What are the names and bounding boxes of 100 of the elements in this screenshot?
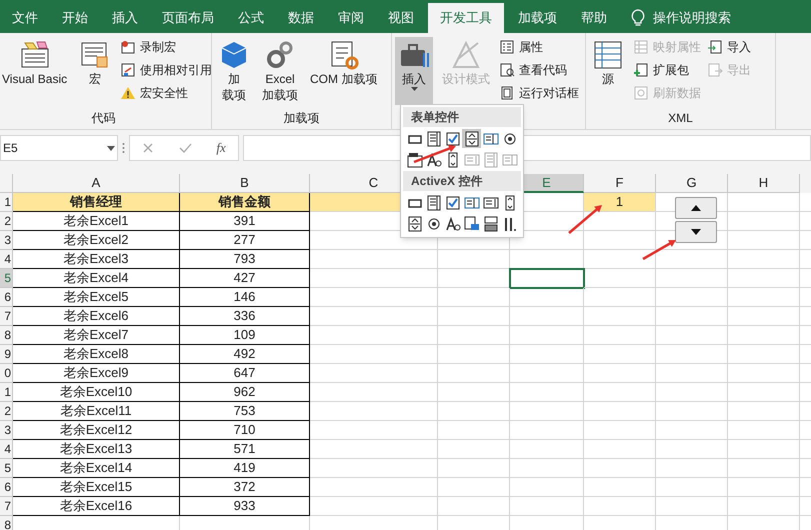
table-cell: 老余Excel13 (13, 440, 180, 459)
table-cell: 老余Excel10 (13, 383, 180, 402)
row-header[interactable]: 2 (0, 212, 13, 231)
row-header[interactable]: 3 (0, 231, 13, 250)
name-box[interactable]: E5 (0, 135, 118, 161)
ribbon-button[interactable]: COM 加载项 (307, 37, 380, 105)
ribbon-tab[interactable]: 审阅 (326, 3, 376, 33)
row-header[interactable]: 5 (0, 459, 13, 478)
annotation-arrow (568, 205, 602, 234)
table-cell (584, 326, 656, 345)
check-icon[interactable] (178, 142, 192, 154)
row-header[interactable]: 7 (0, 307, 13, 326)
ribbon-button[interactable]: Visual Basic (0, 37, 70, 105)
ribbon-tab[interactable]: 文件 (0, 3, 50, 33)
ribbon-button[interactable]: 加 载项 (215, 37, 253, 105)
radio-icon (502, 130, 518, 146)
ribbon-tab[interactable]: 公式 (226, 3, 276, 33)
table-cell: 647 (180, 364, 310, 383)
search-label[interactable]: 操作说明搜索 (653, 8, 731, 28)
table-cell (728, 402, 800, 421)
label-icon (426, 152, 442, 168)
control-item[interactable] (462, 129, 481, 148)
row-header[interactable]: 6 (0, 478, 13, 497)
group-icon (406, 152, 422, 168)
row-header[interactable]: 8 (0, 516, 13, 530)
down-arrow-icon (691, 229, 701, 235)
table-cell (584, 421, 656, 440)
table-cell (584, 288, 656, 307)
table-cell (728, 288, 800, 307)
row-header[interactable]: 5 (0, 269, 13, 288)
row-header[interactable]: 9 (0, 345, 13, 364)
map-icon (633, 39, 649, 55)
table-cell (728, 269, 800, 288)
list-icon (426, 130, 442, 146)
row-header[interactable]: 1 (0, 383, 13, 402)
ribbon-button[interactable]: 导入 (707, 37, 751, 57)
ribbon-tab[interactable]: 加载项 (506, 3, 569, 33)
import-icon (707, 39, 723, 55)
list-icon (482, 152, 498, 168)
ribbon-button[interactable]: 源 (589, 37, 627, 105)
ribbon-button[interactable]: 插入 (395, 37, 433, 105)
row-header[interactable]: 8 (0, 326, 13, 345)
insert-function-button[interactable]: fx (216, 138, 226, 158)
table-cell (728, 326, 800, 345)
ribbon-tab[interactable]: 插入 (100, 3, 150, 33)
column-header[interactable]: H (728, 174, 800, 193)
table-cell (584, 497, 656, 516)
ribbon-button[interactable]: 扩展包 (633, 60, 701, 80)
column-header[interactable]: G (656, 174, 728, 193)
ribbon-button[interactable]: 属性 (499, 37, 579, 57)
row-header[interactable]: 7 (0, 497, 13, 516)
ribbon-button[interactable]: 宏 (76, 37, 114, 105)
ribbon-tab[interactable]: 帮助 (569, 3, 619, 33)
table-cell: 146 (180, 288, 310, 307)
ribbon-button[interactable]: 运行对话框 (499, 83, 579, 103)
table-cell (728, 383, 800, 402)
table-cell (438, 250, 510, 269)
table-cell (728, 364, 800, 383)
ribbon-button[interactable]: 查看代码 (499, 60, 579, 80)
ribbon-tab[interactable]: 开始 (50, 3, 100, 33)
ribbon-tab[interactable]: 数据 (276, 3, 326, 33)
row-header[interactable]: 0 (0, 364, 13, 383)
table-cell: 老余Excel7 (13, 326, 180, 345)
row-header[interactable]: 1 (0, 193, 13, 212)
table-cell (656, 383, 728, 402)
table-cell (728, 345, 800, 364)
row-header[interactable]: 4 (0, 440, 13, 459)
row-header[interactable]: 3 (0, 421, 13, 440)
ribbon-tab[interactable]: 视图 (376, 3, 426, 33)
ribbon-button[interactable]: Excel 加载项 (259, 37, 301, 105)
warn-icon (120, 85, 136, 101)
table-cell: 793 (180, 250, 310, 269)
table-cell: 老余Excel2 (13, 231, 180, 250)
table-cell (584, 478, 656, 497)
table-cell (728, 212, 800, 231)
combo-icon (482, 130, 498, 146)
ribbon-tab[interactable]: 开发工具 (428, 3, 504, 33)
selected-cell[interactable] (510, 269, 584, 288)
row-header[interactable]: 4 (0, 250, 13, 269)
row-header[interactable]: 6 (0, 288, 13, 307)
control-item[interactable] (462, 214, 481, 233)
relative-icon (120, 62, 136, 78)
table-cell (728, 193, 800, 212)
ribbon-button[interactable]: 录制宏 (120, 37, 212, 57)
group-label: XML (668, 110, 693, 127)
ribbon-tab[interactable]: 页面布局 (150, 3, 226, 33)
combo-icon (502, 152, 518, 168)
table-cell (656, 345, 728, 364)
spin-down-button[interactable] (675, 221, 717, 243)
row-header[interactable]: 2 (0, 402, 13, 421)
design-icon (450, 39, 482, 71)
table-cell (656, 421, 728, 440)
table-cell (656, 459, 728, 478)
image-icon (464, 216, 480, 232)
source-icon (592, 39, 624, 71)
ribbon-button[interactable]: 宏安全性 (120, 83, 212, 103)
ribbon-button[interactable]: 使用相对引用 (120, 60, 212, 80)
spin-up-button[interactable] (675, 197, 717, 219)
table-cell (656, 307, 728, 326)
control-item[interactable] (405, 150, 424, 169)
